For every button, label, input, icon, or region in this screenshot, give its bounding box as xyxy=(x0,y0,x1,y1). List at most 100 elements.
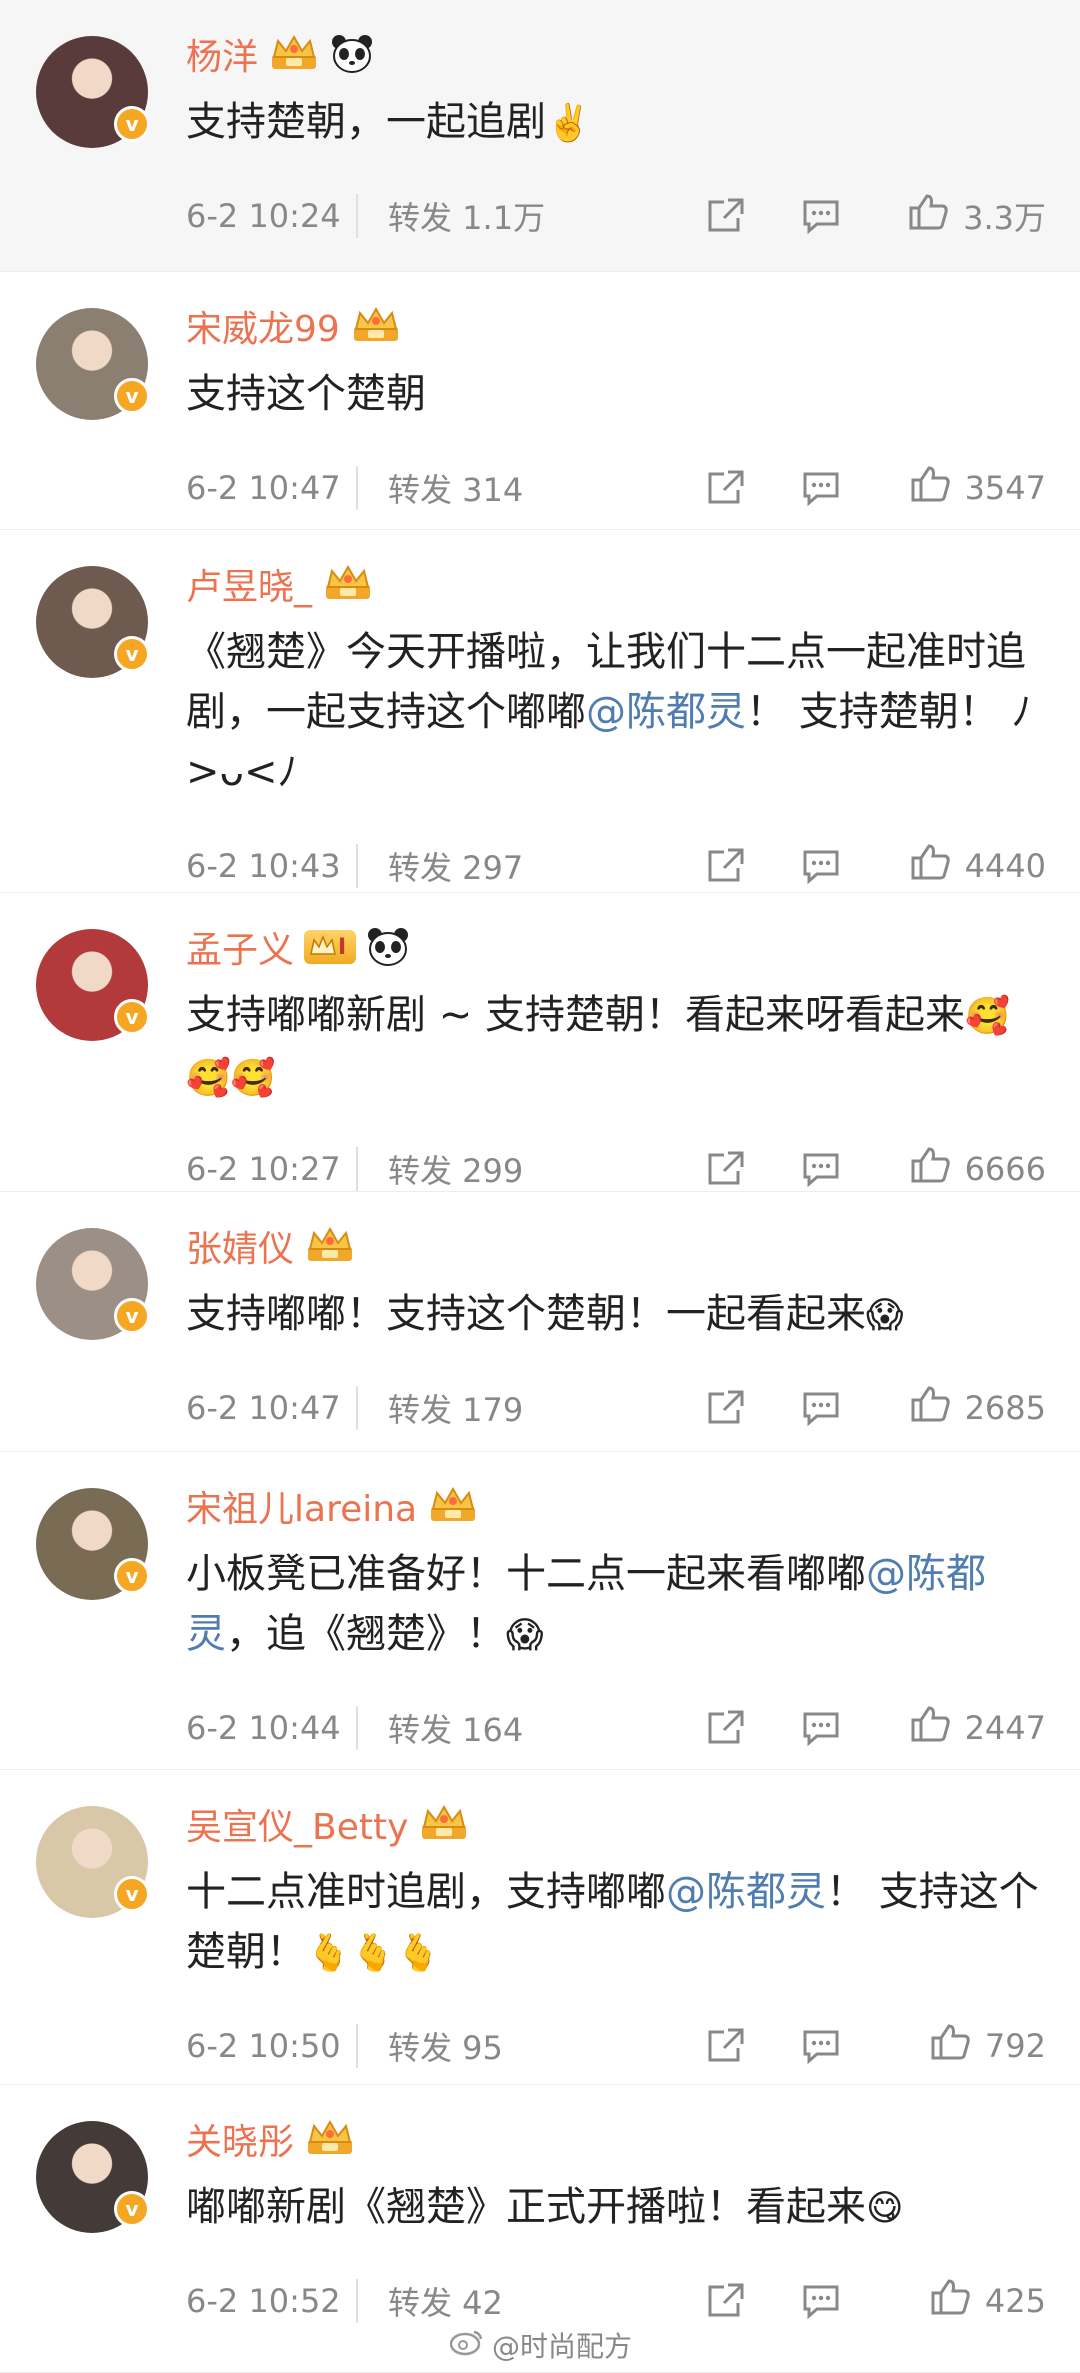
like-icon xyxy=(909,1384,953,1432)
verified-icon: v xyxy=(114,1558,150,1594)
vip-crown-icon xyxy=(304,1226,356,1265)
share-icon[interactable] xyxy=(686,196,766,236)
like-button[interactable]: 2685 xyxy=(876,1384,1046,1432)
comment-icon[interactable] xyxy=(766,1388,876,1428)
share-icon[interactable] xyxy=(686,1388,766,1428)
repost-count[interactable]: 转发 299 xyxy=(388,1146,686,1192)
comment-icon[interactable] xyxy=(766,196,876,236)
action-bar: 6-2 10:24 转发 1.1万 3.3万 xyxy=(186,190,1046,242)
name-row: 宋祖儿lareina xyxy=(186,1482,479,1530)
like-button[interactable]: 3547 xyxy=(876,464,1046,512)
share-icon[interactable] xyxy=(686,2026,766,2066)
comment-item: v 杨洋 支持楚朝，一起追剧✌️ 6-2 10:24 转发 1.1万 3.3万 xyxy=(0,0,1080,272)
repost-count[interactable]: 转发 314 xyxy=(388,465,686,511)
repost-count[interactable]: 转发 164 xyxy=(388,1705,686,1751)
panda-icon xyxy=(366,927,410,967)
share-icon[interactable] xyxy=(686,846,766,886)
like-count: 4440 xyxy=(964,847,1046,885)
action-bar: 6-2 10:44 转发 164 2447 xyxy=(186,1702,1046,1754)
timestamp: 6-2 10:43 xyxy=(186,847,341,885)
comment-item: v 张婧仪 支持嘟嘟！支持这个楚朝！一起看起来😱 6-2 10:47 转发 179 268… xyxy=(0,1192,1080,1452)
comment-item: v 吴宣仪_Betty 十二点准时追剧，支持嘟嘟@陈都灵！ 支持这个楚朝！🫰🫰🫰 6-… xyxy=(0,1770,1080,2085)
mention-link[interactable]: @陈都灵 xyxy=(586,689,746,735)
comment-text: 支持这个楚朝 xyxy=(186,364,1046,424)
repost-count[interactable]: 转发 1.1万 xyxy=(388,193,686,239)
action-bar: 6-2 10:47 转发 179 2685 xyxy=(186,1382,1046,1434)
mention-link[interactable]: @陈都灵 xyxy=(666,1869,826,1915)
like-button[interactable]: 6666 xyxy=(876,1145,1046,1193)
repost-count[interactable]: 转发 179 xyxy=(388,1385,686,1431)
emoji: 😱 xyxy=(866,1295,904,1336)
name-row: 卢昱晓_ xyxy=(186,560,374,608)
comment-icon[interactable] xyxy=(766,468,876,508)
comment-item: v 宋祖儿lareina 小板凳已准备好！十二点一起来看嘟嘟@陈都灵，追《翘楚》！😱… xyxy=(0,1452,1080,1770)
comment-icon[interactable] xyxy=(766,1708,876,1748)
user-name[interactable]: 宋威龙99 xyxy=(186,300,340,352)
text-segment: 小板凳已准备好！十二点一起来看嘟嘟 xyxy=(186,1551,866,1597)
name-row: 杨洋 xyxy=(186,30,374,78)
action-bar: 6-2 10:43 转发 297 4440 xyxy=(186,840,1046,892)
vip-crown-icon xyxy=(322,564,374,603)
like-button[interactable]: 792 xyxy=(876,2022,1046,2070)
action-bar: 6-2 10:52 转发 42 425 xyxy=(186,2275,1046,2327)
share-icon[interactable] xyxy=(686,468,766,508)
like-count: 792 xyxy=(984,2027,1046,2065)
text-segment: ，追《翘楚》！ xyxy=(226,1611,506,1657)
vip-crown-icon xyxy=(268,34,320,73)
user-name[interactable]: 宋祖儿lareina xyxy=(186,1480,417,1532)
name-row: 关晓彤 xyxy=(186,2115,356,2163)
comment-icon[interactable] xyxy=(766,2026,876,2066)
like-count: 3547 xyxy=(964,469,1046,507)
comment-icon[interactable] xyxy=(766,1149,876,1189)
panda-icon xyxy=(330,34,374,74)
watermark-text: @时尚配方 xyxy=(492,2330,633,2363)
user-name[interactable]: 张婧仪 xyxy=(186,1220,294,1272)
user-name[interactable]: 杨洋 xyxy=(186,28,258,80)
avatar[interactable]: v xyxy=(36,566,150,678)
text-segment: 嘟嘟新剧《翘楚》正式开播啦！看起来 xyxy=(186,2184,866,2230)
vip-crown-icon xyxy=(350,306,402,345)
like-button[interactable]: 4440 xyxy=(876,842,1046,890)
like-count: 2447 xyxy=(964,1709,1046,1747)
user-name[interactable]: 卢昱晓_ xyxy=(186,558,312,610)
vip-crown-icon xyxy=(304,2119,356,2158)
share-icon[interactable] xyxy=(686,1708,766,1748)
verified-icon: v xyxy=(114,378,150,414)
comment-icon[interactable] xyxy=(766,846,876,886)
share-icon[interactable] xyxy=(686,2281,766,2321)
avatar[interactable]: v xyxy=(36,1228,150,1340)
comment-icon[interactable] xyxy=(766,2281,876,2321)
avatar[interactable]: v xyxy=(36,1806,150,1918)
like-count: 3.3万 xyxy=(963,199,1046,237)
user-name[interactable]: 孟子义 xyxy=(186,921,294,973)
emoji: 😋 xyxy=(866,2188,904,2229)
avatar[interactable]: v xyxy=(36,929,150,1041)
like-count: 425 xyxy=(984,2282,1046,2320)
like-button[interactable]: 425 xyxy=(876,2277,1046,2325)
avatar[interactable]: v xyxy=(36,1488,150,1600)
share-icon[interactable] xyxy=(686,1149,766,1189)
comment-text: 支持嘟嘟！支持这个楚朝！一起看起来😱 xyxy=(186,1284,1046,1346)
member-level-badge: I xyxy=(304,930,357,964)
avatar[interactable]: v xyxy=(36,36,150,148)
verified-icon: v xyxy=(114,1876,150,1912)
divider xyxy=(356,844,358,888)
divider xyxy=(356,466,358,510)
text-segment: 支持这个楚朝 xyxy=(186,371,426,417)
like-button[interactable]: 2447 xyxy=(876,1704,1046,1752)
avatar[interactable]: v xyxy=(36,308,150,420)
repost-count[interactable]: 转发 297 xyxy=(388,843,686,889)
avatar[interactable]: v xyxy=(36,2121,150,2233)
repost-count[interactable]: 转发 42 xyxy=(388,2278,686,2324)
user-name[interactable]: 吴宣仪_Betty xyxy=(186,1798,408,1850)
action-bar: 6-2 10:47 转发 314 3547 xyxy=(186,462,1046,514)
comment-item: v 孟子义 I 支持嘟嘟新剧 ~ 支持楚朝！看起来呀看起来🥰🥰🥰 6-2 10:27 转发… xyxy=(0,893,1080,1192)
verified-icon: v xyxy=(114,636,150,672)
like-icon xyxy=(909,842,953,890)
user-name[interactable]: 关晓彤 xyxy=(186,2113,294,2165)
like-button[interactable]: 3.3万 xyxy=(876,192,1046,240)
divider xyxy=(356,1386,358,1430)
action-bar: 6-2 10:27 转发 299 6666 xyxy=(186,1143,1046,1195)
repost-count[interactable]: 转发 95 xyxy=(388,2023,686,2069)
like-count: 6666 xyxy=(964,1150,1046,1188)
